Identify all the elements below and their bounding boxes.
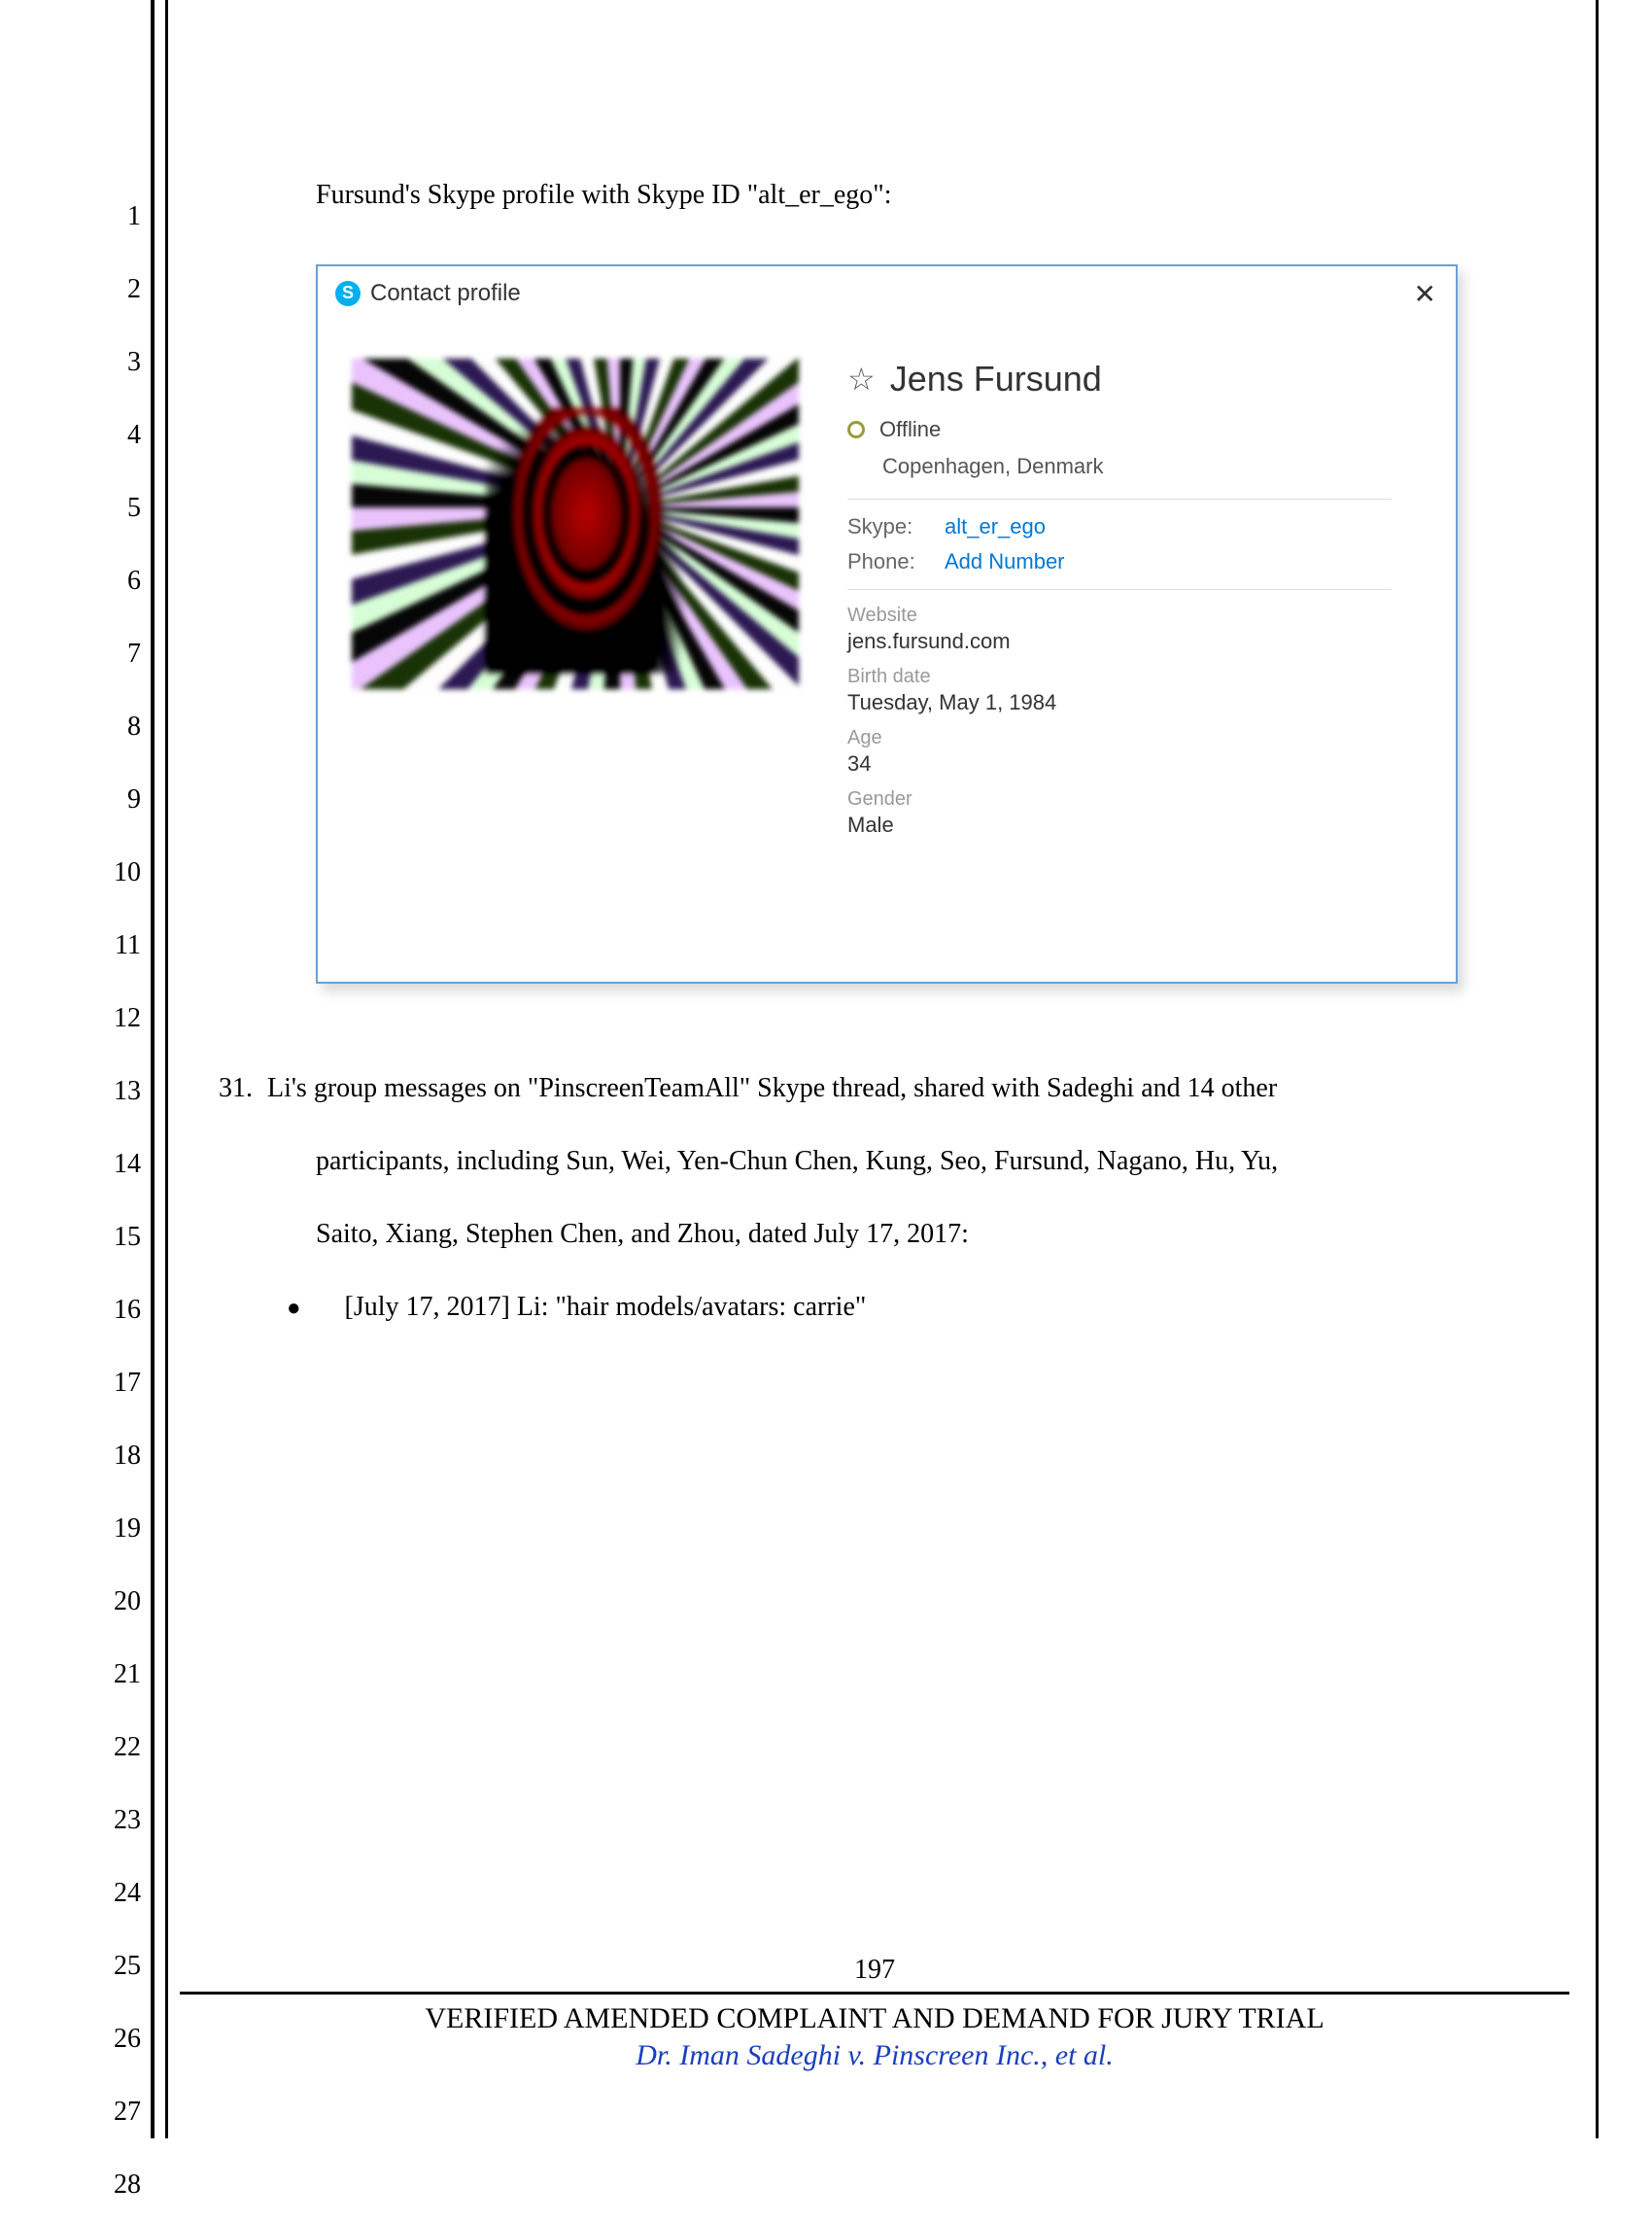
line-number: 16 (97, 1273, 141, 1346)
line-number: 2 (97, 253, 141, 326)
line-number: 17 (97, 1346, 141, 1419)
profile-avatar-image (352, 359, 799, 689)
add-number-link[interactable]: Add Number (945, 549, 1065, 574)
paragraph-number: 31. (219, 1052, 267, 1125)
line-number: 4 (97, 399, 141, 471)
line-number: 7 (97, 617, 141, 690)
divider (847, 589, 1392, 590)
line-number: 25 (97, 1929, 141, 2002)
intro-text: Fursund's Skype profile with Skype ID "a… (316, 180, 1560, 211)
close-icon[interactable]: ✕ (1414, 278, 1436, 310)
line-number: 8 (97, 690, 141, 763)
website-value: jens.fursund.com (847, 629, 1422, 654)
line-number: 9 (97, 763, 141, 836)
footer-title: VERIFIED AMENDED COMPLAINT AND DEMAND FO… (180, 2002, 1569, 2035)
line-number: 5 (97, 471, 141, 544)
line-number: 20 (97, 1565, 141, 1638)
favorite-star-icon[interactable]: ☆ (847, 361, 876, 398)
profile-name: Jens Fursund (890, 359, 1102, 399)
line-number: 19 (97, 1492, 141, 1565)
profile-location: Copenhagen, Denmark (882, 454, 1422, 479)
paragraph-text: Saito, Xiang, Stephen Chen, and Zhou, da… (219, 1197, 1560, 1270)
phone-label: Phone: (847, 549, 945, 574)
line-number: 24 (97, 1857, 141, 1929)
line-number: 28 (97, 2148, 141, 2221)
page-content: Fursund's Skype profile with Skype ID "a… (219, 180, 1560, 1345)
birth-date-value: Tuesday, May 1, 1984 (847, 690, 1422, 715)
line-number: 6 (97, 544, 141, 617)
age-value: 34 (847, 751, 1422, 777)
birth-date-label: Birth date (847, 666, 1422, 688)
paragraph-31: 31.Li's group messages on "PinscreenTeam… (219, 1052, 1560, 1345)
skype-id-value[interactable]: alt_er_ego (945, 514, 1046, 539)
line-number: 21 (97, 1638, 141, 1711)
gender-label: Gender (847, 788, 1422, 811)
divider (847, 499, 1392, 500)
line-number: 18 (97, 1419, 141, 1492)
skype-contact-profile-window: S Contact profile ✕ ☆ Jens Fursund Offli… (316, 264, 1458, 984)
line-number: 14 (97, 1128, 141, 1200)
line-number: 27 (97, 2075, 141, 2148)
line-number: 22 (97, 1711, 141, 1784)
skype-id-label: Skype: (847, 514, 945, 539)
inner-vertical-rule (165, 0, 168, 2138)
skype-logo-icon: S (335, 281, 361, 306)
line-number: 15 (97, 1200, 141, 1273)
line-number: 12 (97, 982, 141, 1055)
bullet-item: ● [July 17, 2017] Li: "hair models/avata… (287, 1270, 1560, 1345)
website-label: Website (847, 605, 1422, 627)
line-number: 23 (97, 1784, 141, 1857)
skype-window-title: Contact profile (370, 280, 521, 307)
profile-info: ☆ Jens Fursund Offline Copenhagen, Denma… (847, 359, 1422, 838)
page-number: 197 (180, 1955, 1569, 1986)
line-number: 10 (97, 836, 141, 909)
gender-value: Male (847, 813, 1422, 838)
paragraph-text: participants, including Sun, Wei, Yen-Ch… (219, 1125, 1560, 1197)
skype-body: ☆ Jens Fursund Offline Copenhagen, Denma… (318, 320, 1456, 857)
status-offline-icon (847, 421, 865, 438)
status-text: Offline (879, 417, 941, 442)
paragraph-text: Li's group messages on "PinscreenTeamAll… (267, 1073, 1277, 1103)
line-number: 13 (97, 1055, 141, 1128)
footer-case-caption: Dr. Iman Sadeghi v. Pinscreen Inc., et a… (180, 2039, 1569, 2072)
line-number: 3 (97, 326, 141, 399)
age-label: Age (847, 727, 1422, 749)
line-number: 11 (97, 909, 141, 982)
page-footer: 197 VERIFIED AMENDED COMPLAINT AND DEMAN… (180, 1955, 1569, 2072)
line-number: 1 (97, 180, 141, 253)
footer-rule (180, 1992, 1569, 1995)
line-number: 26 (97, 2002, 141, 2075)
line-number-gutter: 1 2 3 4 5 6 7 8 9 10 11 12 13 14 15 16 1… (97, 180, 141, 2221)
bullet-icon: ● (287, 1272, 301, 1345)
bullet-text: [July 17, 2017] Li: "hair models/avatars… (345, 1270, 867, 1343)
skype-titlebar: S Contact profile ✕ (318, 266, 1456, 320)
